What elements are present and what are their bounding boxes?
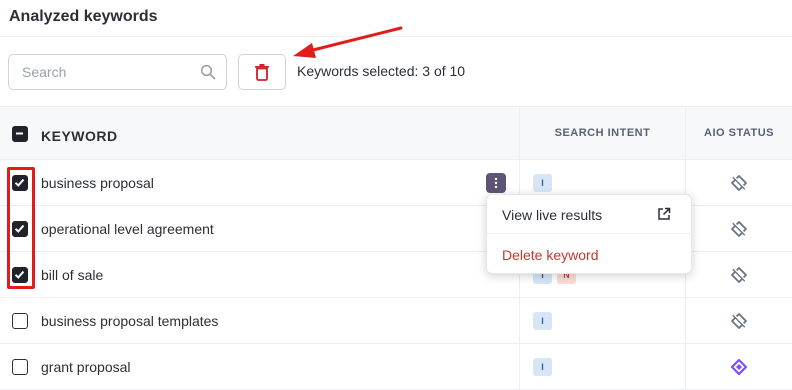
table-row: grant proposal I [0,344,792,390]
view-live-results-item[interactable]: View live results [487,195,691,234]
minus-icon [16,132,23,135]
no-aio-icon [731,221,747,237]
no-aio-icon [731,313,747,329]
search-icon[interactable] [200,64,216,80]
keyword-text: bill of sale [41,267,104,283]
check-icon [14,178,25,187]
keyword-text: operational level agreement [41,221,214,237]
check-icon [14,270,25,279]
row-checkbox[interactable] [12,267,28,283]
trash-icon [255,64,269,81]
table-row: business proposal templates I [0,298,792,344]
column-header-keyword[interactable]: KEYWORD [41,128,118,144]
keyword-text: business proposal templates [41,313,219,329]
delete-keyword-label: Delete keyword [502,247,599,263]
no-aio-icon [731,267,747,283]
no-aio-icon [731,175,747,191]
external-link-icon [658,207,671,220]
delete-keyword-item[interactable]: Delete keyword [487,235,691,274]
intent-badge: I [533,174,552,192]
column-header-intent[interactable]: SEARCH INTENT [520,127,685,139]
more-vertical-icon [494,177,498,189]
row-context-menu: View live results Delete keyword [486,194,692,274]
page-title: Analyzed keywords [9,8,158,25]
toolbar: Keywords selected: 3 of 10 [0,37,792,106]
intent-badge: I [533,358,552,376]
row-checkbox[interactable] [12,221,28,237]
intent-badge: I [533,312,552,330]
row-checkbox[interactable] [12,359,28,375]
aio-present-icon [730,358,748,376]
row-menu-button[interactable] [486,173,506,193]
row-checkbox[interactable] [12,313,28,329]
column-header-aio[interactable]: AIO STATUS [686,127,792,139]
selection-count: Keywords selected: 3 of 10 [297,63,466,79]
keyword-text: grant proposal [41,359,131,375]
view-live-results-label: View live results [502,207,603,223]
table-header-row: KEYWORD SEARCH INTENT AIO STATUS [0,106,792,160]
keyword-text: business proposal [41,175,154,191]
check-icon [14,224,25,233]
search-input[interactable] [9,55,189,89]
select-all-checkbox[interactable] [12,126,28,142]
delete-selected-button[interactable] [238,54,286,90]
search-box [8,54,227,90]
row-checkbox[interactable] [12,175,28,191]
panel-header: Analyzed keywords [0,0,792,37]
